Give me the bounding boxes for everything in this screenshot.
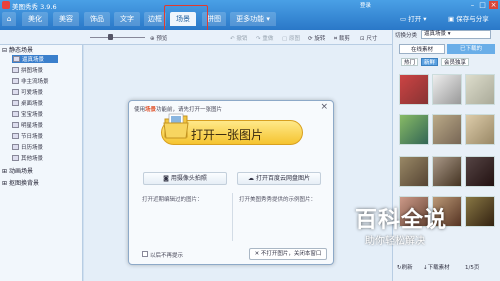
zoom-slider-handle[interactable]	[108, 34, 113, 40]
folder-icon	[163, 113, 189, 139]
scene-thumb-icon	[12, 122, 19, 128]
watermark: 百科全说 助你轻松解决	[355, 200, 475, 255]
tab-online-material[interactable]: 在线素材	[399, 44, 445, 54]
scene-thumbnail[interactable]	[432, 114, 462, 145]
scene-thumb-icon	[12, 100, 19, 106]
tab-accessories[interactable]: 饰品	[84, 12, 110, 26]
chip-hot[interactable]: 热门	[401, 58, 419, 66]
scene-thumb-icon	[13, 56, 20, 62]
dont-show-again-checkbox[interactable]	[142, 251, 148, 257]
category-select[interactable]: 逼真场景 ▾	[421, 30, 491, 39]
scene-thumb-icon	[12, 111, 19, 117]
scene-thumbnail[interactable]	[432, 156, 462, 187]
tree-item-festival[interactable]: 节日场景	[12, 132, 43, 140]
preview-button[interactable]: ⊕ 预览	[150, 34, 167, 42]
tree-item-nonmainstream[interactable]: 非主流场景	[12, 77, 49, 85]
scene-thumb-icon	[12, 144, 19, 150]
maximize-icon[interactable]: □	[478, 1, 487, 9]
save-share-button[interactable]: ▣ 保存与分享	[448, 13, 489, 23]
close-without-opening-button[interactable]: ✕ 不打开图片，关闭本窗口	[249, 248, 327, 260]
tree-item-puzzle[interactable]: 拼图场景	[12, 66, 43, 74]
sample-images-note: 打开美图秀秀提供的示例图片：	[239, 197, 317, 203]
login-link[interactable]: 登录	[360, 1, 371, 9]
scene-thumb-icon	[12, 133, 19, 139]
undo-button[interactable]: ↶ 撤销	[230, 34, 247, 42]
scene-thumbnail[interactable]	[465, 114, 495, 145]
scene-thumbnail[interactable]	[432, 74, 462, 105]
tree-item-baby[interactable]: 宝宝场景	[12, 110, 43, 118]
original-button[interactable]: ▢ 原图	[282, 34, 300, 42]
download-material-button[interactable]: ↓下载素材	[423, 263, 450, 271]
dialog-divider	[232, 193, 233, 241]
refresh-button[interactable]: ↻刷新	[397, 263, 413, 271]
redo-button[interactable]: ↷ 重做	[256, 34, 273, 42]
crop-button[interactable]: ⌗ 裁剪	[334, 34, 350, 43]
scene-thumbnail[interactable]	[465, 156, 495, 187]
chip-fresh[interactable]: 新鲜	[421, 58, 439, 66]
highlight-annotation	[164, 5, 208, 32]
home-icon[interactable]: ⌂	[2, 12, 16, 26]
tree-static-scene[interactable]: ⊟ 静态场景	[2, 45, 33, 54]
size-button[interactable]: ⊡ 尺寸	[360, 34, 377, 42]
tree-item-realistic[interactable]: 逼真场景	[12, 55, 59, 63]
scene-thumb-icon	[12, 89, 19, 95]
zoom-slider[interactable]	[90, 37, 145, 38]
scene-thumbnail[interactable]	[399, 156, 429, 187]
tab-text[interactable]: 文字	[114, 12, 140, 26]
tree-dynamic-scene[interactable]: ⊞ 动画场景	[2, 166, 33, 175]
recent-images-note: 打开近期编辑过的图片：	[142, 197, 203, 203]
title-bar: 美图秀秀 3.9.6 登录 – □ × ⌂ 美化 美容 饰品 文字 边框 场景 …	[0, 0, 500, 32]
minimize-icon[interactable]: –	[468, 1, 477, 9]
page-indicator: 1/5页	[465, 265, 480, 271]
scene-thumb-icon	[12, 78, 19, 84]
tree-item-desktop[interactable]: 桌面场景	[12, 99, 43, 107]
chip-vip[interactable]: 会员独享	[441, 58, 470, 66]
rotate-button[interactable]: ⟳ 旋转	[308, 34, 325, 42]
open-button[interactable]: ▭ 打开 ▾	[400, 13, 427, 23]
dialog-close-icon[interactable]: ×	[320, 102, 328, 112]
tab-border[interactable]: 边框	[144, 12, 166, 26]
watermark-title: 百科全说	[355, 208, 448, 233]
tab-beauty[interactable]: 美容	[53, 12, 79, 26]
close-icon[interactable]: ×	[489, 1, 498, 9]
tree-cutout-background[interactable]: ⊞ 抠图换背景	[2, 178, 39, 187]
category-label: 切换分类	[395, 33, 418, 39]
scene-thumb-icon	[12, 155, 19, 161]
scene-thumbnail[interactable]	[399, 114, 429, 145]
camera-button[interactable]: ◙ 用摄像头拍照	[143, 172, 227, 185]
baidu-cloud-button[interactable]: ☁ 打开百度云网盘图片	[237, 172, 321, 185]
scene-category-panel: ⊟ 静态场景 逼真场景 拼图场景 非主流场景 可爱场景 桌面场景 宝宝场景 明星…	[0, 45, 83, 281]
tree-item-other[interactable]: 其他场景	[12, 154, 43, 162]
tab-more-functions[interactable]: 更多功能 ▾	[230, 12, 276, 26]
scene-thumb-icon	[12, 67, 19, 73]
app-title: 美图秀秀 3.9.6	[12, 3, 57, 11]
tree-item-calendar[interactable]: 日历场景	[12, 143, 43, 151]
tab-downloaded[interactable]: 已下载的	[447, 44, 495, 54]
scene-thumbnail[interactable]	[399, 74, 429, 105]
tab-beautify[interactable]: 美化	[22, 12, 48, 26]
dont-show-again-label: 以后不再提示	[150, 253, 184, 259]
open-image-dialog: 使用场景功能前，请先打开一张图片 × 打开一张图片 ◙ 用摄像头拍照 ☁ 打开百…	[128, 100, 334, 265]
watermark-subtitle: 助你轻松解决	[365, 236, 425, 247]
scene-thumbnail[interactable]	[465, 74, 495, 105]
tree-item-star[interactable]: 明星场景	[12, 121, 43, 129]
tree-item-cute[interactable]: 可爱场景	[12, 88, 43, 96]
open-image-label: 打开一张图片	[191, 128, 264, 142]
app-logo-icon	[2, 1, 10, 9]
